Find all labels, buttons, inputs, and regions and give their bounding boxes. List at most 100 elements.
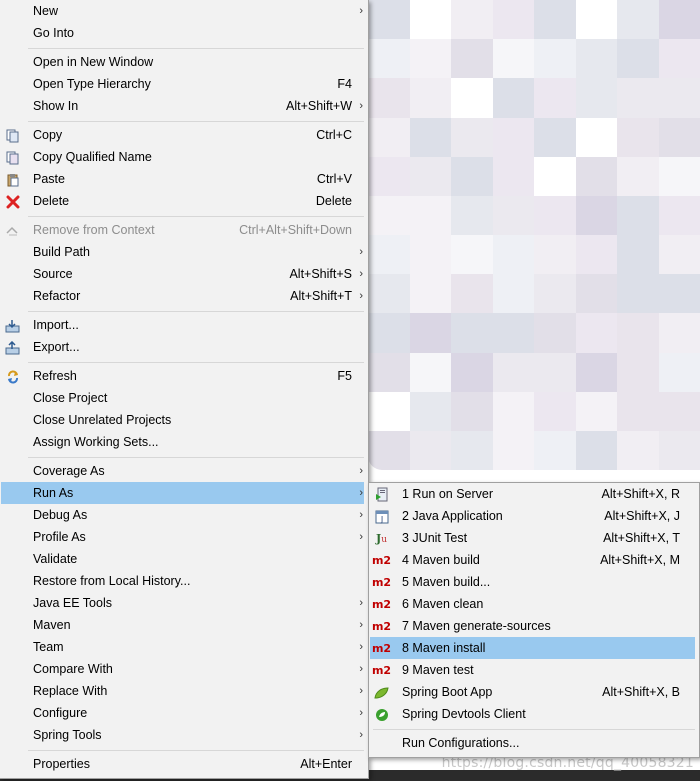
remove-from-context-icon	[5, 223, 20, 238]
menu-item-java-ee-tools[interactable]: Java EE Tools ›	[0, 592, 368, 614]
menu-item-configure[interactable]: Configure ›	[0, 702, 368, 724]
menu-item-maven-clean[interactable]: m2 6 Maven clean	[369, 593, 699, 615]
submenu-arrow-icon: ›	[359, 268, 363, 280]
menu-item-copy-qualified-name[interactable]: Copy Qualified Name	[0, 146, 368, 168]
blur-pixel	[409, 117, 451, 157]
menu-item-label: Validate	[33, 552, 78, 566]
blur-pixel	[368, 195, 410, 235]
run-on-server-icon	[374, 487, 389, 502]
blur-pixel	[534, 352, 576, 392]
submenu-arrow-icon: ›	[359, 487, 363, 499]
menu-item-properties[interactable]: Properties Alt+Enter	[0, 753, 368, 775]
blurred-background	[368, 0, 700, 470]
menu-item-run-configurations[interactable]: Run Configurations...	[369, 732, 699, 754]
menu-item-profile-as[interactable]: Profile As ›	[0, 526, 368, 548]
menu-item-label: Go Into	[33, 26, 74, 40]
submenu-arrow-icon: ›	[359, 246, 363, 258]
menu-item-maven-test[interactable]: m2 9 Maven test	[369, 659, 699, 681]
blur-pixel	[492, 235, 534, 275]
menu-item-assign-working-sets[interactable]: Assign Working Sets...	[0, 431, 368, 453]
menu-item-label: Import...	[33, 318, 79, 332]
menu-item-junit-test[interactable]: Ju 3 JUnit Test Alt+Shift+X, T	[369, 527, 699, 549]
menu-item-run-on-server[interactable]: 1 Run on Server Alt+Shift+X, R	[369, 483, 699, 505]
blur-pixel	[492, 39, 534, 79]
submenu-arrow-icon: ›	[359, 290, 363, 302]
menu-item-validate[interactable]: Validate	[0, 548, 368, 570]
menu-item-compare-with[interactable]: Compare With ›	[0, 658, 368, 680]
blur-pixel	[368, 156, 410, 196]
menu-item-coverage-as[interactable]: Coverage As ›	[0, 460, 368, 482]
menu-item-label: Java EE Tools	[33, 596, 112, 610]
menu-item-label: Compare With	[33, 662, 113, 676]
menu-item-maven[interactable]: Maven ›	[0, 614, 368, 636]
menu-item-close-project[interactable]: Close Project	[0, 387, 368, 409]
menu-item-import[interactable]: Import...	[0, 314, 368, 336]
blur-pixel	[409, 78, 451, 118]
menu-item-build-path[interactable]: Build Path ›	[0, 241, 368, 263]
menu-item-go-into[interactable]: Go Into	[0, 22, 368, 44]
menu-item-refresh[interactable]: Refresh F5	[0, 365, 368, 387]
blur-pixel	[492, 0, 534, 40]
menu-item-java-application[interactable]: J 2 Java Application Alt+Shift+X, J	[369, 505, 699, 527]
menu-item-spring-boot-app[interactable]: Spring Boot App Alt+Shift+X, B	[369, 681, 699, 703]
menu-item-paste[interactable]: Paste Ctrl+V	[0, 168, 368, 190]
blur-pixel	[409, 195, 451, 235]
menu-item-run-as[interactable]: Run As ›	[1, 482, 364, 504]
menu-item-label: Run As	[33, 486, 74, 500]
menu-item-label: Copy Qualified Name	[33, 150, 152, 164]
submenu-arrow-icon: ›	[359, 685, 363, 697]
menu-item-label: Debug As	[33, 508, 88, 522]
blur-pixel	[492, 195, 534, 235]
copy-icon	[5, 128, 20, 143]
blur-pixel	[534, 430, 576, 470]
blur-pixel	[575, 0, 617, 40]
menu-item-open-type-hierarchy[interactable]: Open Type Hierarchy F4	[0, 73, 368, 95]
blur-pixel	[575, 39, 617, 79]
menu-item-label: 5 Maven build...	[402, 575, 491, 589]
menu-item-open-in-new-window[interactable]: Open in New Window	[0, 51, 368, 73]
menu-item-debug-as[interactable]: Debug As ›	[0, 504, 368, 526]
menu-item-shortcut: Alt+Shift+W	[286, 99, 352, 113]
menu-item-show-in[interactable]: Show In Alt+Shift+W ›	[0, 95, 368, 117]
blur-pixel	[617, 0, 659, 40]
menu-item-restore-from-local-history[interactable]: Restore from Local History...	[0, 570, 368, 592]
blur-pixel	[534, 78, 576, 118]
menu-item-refactor[interactable]: Refactor Alt+Shift+T ›	[0, 285, 368, 307]
blur-pixel	[617, 430, 659, 470]
blur-pixel	[451, 274, 493, 314]
menu-item-team[interactable]: Team ›	[0, 636, 368, 658]
menu-item-label: Run Configurations...	[402, 736, 520, 750]
blur-pixel	[451, 313, 493, 353]
menu-item-replace-with[interactable]: Replace With ›	[0, 680, 368, 702]
menu-item-copy[interactable]: Copy Ctrl+C	[0, 124, 368, 146]
copy-qualified-name-icon	[5, 150, 20, 165]
menu-item-export[interactable]: Export...	[0, 336, 368, 358]
menu-item-label: 8 Maven install	[402, 641, 486, 655]
menu-item-close-unrelated-projects[interactable]: Close Unrelated Projects	[0, 409, 368, 431]
menu-item-maven-build[interactable]: m2 4 Maven build Alt+Shift+X, M	[369, 549, 699, 571]
menu-item-label: Export...	[33, 340, 80, 354]
menu-item-shortcut: Alt+Enter	[300, 757, 352, 771]
blur-pixel	[368, 235, 410, 275]
menu-item-maven-install[interactable]: m2 8 Maven install	[370, 637, 695, 659]
menu-item-label: 2 Java Application	[402, 509, 503, 523]
blur-pixel	[368, 352, 410, 392]
menu-item-label: New	[33, 4, 59, 18]
export-icon	[5, 340, 20, 355]
menu-item-label: Close Project	[33, 391, 108, 405]
blur-pixel	[575, 235, 617, 275]
menu-item-maven-generate-sources[interactable]: m2 7 Maven generate-sources	[369, 615, 699, 637]
menu-item-delete[interactable]: Delete Delete	[0, 190, 368, 212]
menu-item-label: Paste	[33, 172, 65, 186]
menu-item-maven-build-dots[interactable]: m2 5 Maven build...	[369, 571, 699, 593]
menu-item-new[interactable]: New ›	[0, 0, 368, 22]
menu-item-spring-tools[interactable]: Spring Tools ›	[0, 724, 368, 746]
menu-item-spring-devtools-client[interactable]: Spring Devtools Client	[369, 703, 699, 725]
menu-item-label: Coverage As	[33, 464, 105, 478]
blur-pixel	[658, 352, 700, 392]
menu-item-source[interactable]: Source Alt+Shift+S ›	[0, 263, 368, 285]
blur-pixel	[534, 274, 576, 314]
submenu-arrow-icon: ›	[359, 707, 363, 719]
menu-item-label: Remove from Context	[33, 223, 155, 237]
blur-pixel	[368, 117, 410, 157]
